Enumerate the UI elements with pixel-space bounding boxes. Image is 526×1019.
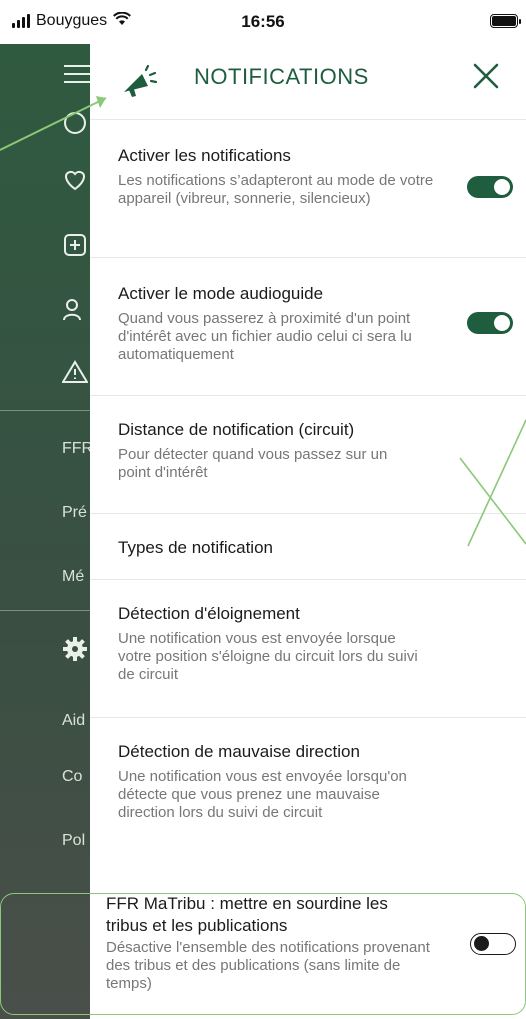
battery-icon xyxy=(490,14,521,28)
setting-row-matribu[interactable]: FFR MaTribu : mettre en sourdine les tri… xyxy=(90,893,526,1015)
sidebar-item-6[interactable]: Pol xyxy=(62,832,90,850)
setting-title: Activer le mode audioguide xyxy=(118,284,324,303)
setting-row-audioguide[interactable]: Activer le mode audioguide Quand vous pa… xyxy=(90,258,526,396)
clock: 16:56 xyxy=(241,12,285,31)
setting-description: Une notification vous est envoyée lorsqu… xyxy=(118,630,418,683)
warning-icon[interactable] xyxy=(61,360,92,390)
setting-title: Détection de mauvaise direction xyxy=(118,742,360,761)
sidebar-item-4[interactable]: Aid xyxy=(62,712,90,730)
setting-description: Les notifications s’adapteront au mode d… xyxy=(118,172,434,207)
sidebar-item-2[interactable]: Pré xyxy=(62,504,90,522)
notifications-panel: NOTIFICATIONS Activer les notifications … xyxy=(90,44,526,1019)
status-bar: Bouygues 16:56 xyxy=(0,0,526,44)
section-title: Types de notification xyxy=(118,538,273,557)
page-title: NOTIFICATIONS xyxy=(194,64,369,89)
sidebar-divider xyxy=(0,410,90,411)
setting-title: FFR MaTribu : mettre en sourdine les tri… xyxy=(106,894,388,935)
notifications-toggle[interactable] xyxy=(467,176,513,198)
users-icon[interactable] xyxy=(62,296,92,326)
setting-row-distance[interactable]: Distance de notification (circuit) Pour … xyxy=(90,396,526,514)
sidebar-item-3[interactable]: Mé xyxy=(62,568,90,586)
setting-title: Détection d'éloignement xyxy=(118,604,300,623)
setting-description: Quand vous passerez à proximité d'un poi… xyxy=(118,310,412,363)
setting-row-eloignement[interactable]: Détection d'éloignement Une notification… xyxy=(90,580,526,718)
panel-header: NOTIFICATIONS xyxy=(90,44,526,120)
sidebar-item-5[interactable]: Co xyxy=(62,768,90,786)
section-types-notification: Types de notification xyxy=(90,514,526,580)
setting-description: Une notification vous est envoyée lorsqu… xyxy=(118,768,407,821)
compass-icon[interactable] xyxy=(62,110,92,140)
setting-row-mauvaise-direction[interactable]: Détection de mauvaise direction Une noti… xyxy=(90,718,526,868)
heart-icon[interactable] xyxy=(62,168,92,198)
sidebar-divider xyxy=(0,610,90,611)
setting-row-notifications[interactable]: Activer les notifications Les notificati… xyxy=(90,120,526,258)
add-square-icon[interactable] xyxy=(62,232,92,262)
matribu-toggle[interactable] xyxy=(470,933,516,955)
menu-icon[interactable] xyxy=(62,62,92,92)
setting-title: Distance de notification (circuit) xyxy=(118,420,355,439)
setting-description: Pour détecter quand vous passez sur un p… xyxy=(118,446,388,481)
gear-icon[interactable] xyxy=(62,636,92,666)
megaphone-icon xyxy=(120,62,160,102)
setting-description: Désactive l'ensemble des notifications p… xyxy=(106,939,430,992)
close-icon[interactable] xyxy=(468,58,504,94)
sidebar-item-1[interactable]: FFR xyxy=(62,440,90,458)
setting-title: Activer les notifications xyxy=(118,146,291,165)
background-sidebar: FFR Pré Mé Aid Co Pol xyxy=(0,44,90,1019)
audioguide-toggle[interactable] xyxy=(467,312,513,334)
